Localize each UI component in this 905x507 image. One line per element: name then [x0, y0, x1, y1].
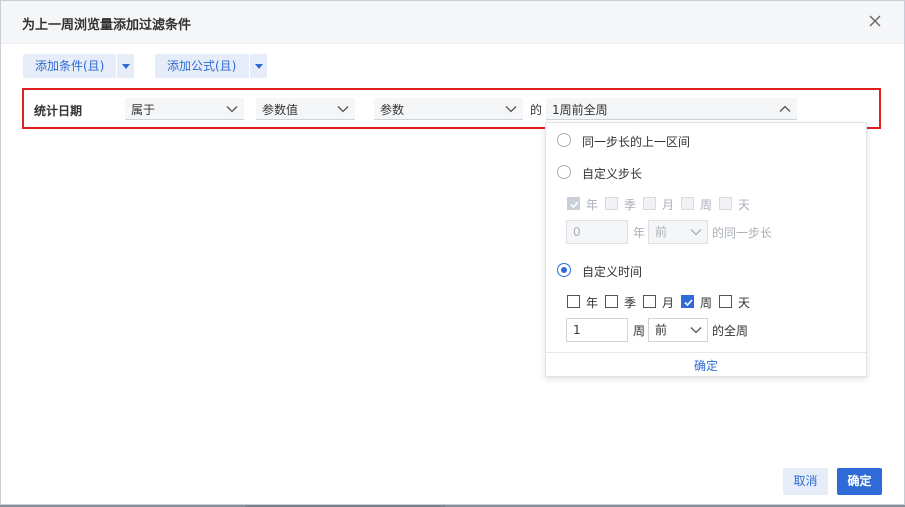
add-formula-button[interactable]: 添加公式(且)	[155, 54, 267, 78]
field-label: 统计日期	[34, 104, 83, 118]
popup-footer: 确定	[546, 352, 866, 377]
range-value: 1周前全周	[552, 103, 608, 117]
option-same-step-label: 同一步长的上一区间	[582, 135, 691, 149]
time-suffix: 的全周	[712, 324, 749, 338]
step-checkbox-year[interactable]	[567, 197, 580, 210]
step-checkbox-week[interactable]	[681, 197, 694, 210]
popup-confirm-button[interactable]: 确定	[546, 357, 866, 374]
param-select[interactable]: 参数	[374, 98, 523, 120]
chevron-down-icon	[690, 229, 702, 236]
caret-down-icon	[122, 64, 130, 69]
cancel-button[interactable]: 取消	[783, 468, 828, 495]
add-condition-dropdown[interactable]	[116, 54, 134, 78]
add-formula-label: 添加公式(且)	[167, 59, 237, 73]
time-unit-day: 天	[738, 296, 751, 310]
chevron-down-icon	[690, 327, 702, 334]
time-unit-quarter: 季	[624, 296, 637, 310]
time-checkbox-quarter[interactable]	[605, 295, 618, 308]
step-unit-month: 月	[662, 198, 675, 212]
dialog-header: 为上一周浏览量添加过滤条件	[1, 1, 904, 44]
range-select[interactable]: 1周前全周	[546, 98, 797, 120]
step-checkbox-month[interactable]	[643, 197, 656, 210]
operator-select[interactable]: 属于	[125, 98, 244, 120]
step-unit-quarter: 季	[624, 198, 637, 212]
time-checkbox-year[interactable]	[567, 295, 580, 308]
add-condition-label: 添加条件(且)	[35, 59, 105, 73]
step-unit-week: 周	[700, 198, 713, 212]
value-type-value: 参数值	[262, 103, 299, 117]
value-type-select[interactable]: 参数值	[256, 98, 355, 120]
step-direction-select[interactable]: 前	[648, 220, 708, 244]
time-checkbox-day[interactable]	[719, 295, 732, 308]
time-direction-select[interactable]: 前	[648, 318, 708, 342]
step-unit-year: 年	[586, 198, 599, 212]
radio-custom-time[interactable]	[557, 263, 571, 277]
add-formula-dropdown[interactable]	[249, 54, 267, 78]
step-unit-day: 天	[738, 198, 751, 212]
time-unit-year: 年	[586, 296, 599, 310]
step-checkbox-day[interactable]	[719, 197, 732, 210]
check-icon	[570, 201, 579, 209]
time-unit-month: 月	[662, 296, 675, 310]
connector-text: 的	[530, 103, 543, 117]
step-direction-value: 前	[655, 225, 668, 239]
time-unit-week: 周	[700, 296, 713, 310]
step-count-input[interactable]: 0	[566, 220, 628, 244]
range-popup: 同一步长的上一区间 自定义步长 年 季 月 周 天 0 年 前 的同一步长 自定…	[545, 122, 867, 377]
time-count-input[interactable]: 1	[566, 318, 628, 342]
check-icon	[684, 299, 693, 307]
caret-down-icon	[255, 64, 263, 69]
chevron-down-icon	[226, 106, 238, 113]
step-checkbox-quarter[interactable]	[605, 197, 618, 210]
ok-button[interactable]: 确定	[837, 468, 882, 495]
option-custom-time-label: 自定义时间	[582, 265, 643, 279]
step-suffix: 的同一步长	[712, 226, 773, 240]
operator-value: 属于	[131, 103, 156, 117]
close-icon[interactable]	[866, 12, 884, 30]
param-value: 参数	[380, 103, 405, 117]
time-count-unit: 周	[633, 324, 646, 338]
radio-custom-step[interactable]	[557, 165, 571, 179]
filter-dialog: 为上一周浏览量添加过滤条件 添加条件(且) 添加公式(且) 统计日期 属于 参数…	[0, 0, 905, 505]
radio-same-step[interactable]	[557, 133, 571, 147]
step-count-unit: 年	[633, 226, 646, 240]
chevron-down-icon	[337, 106, 349, 113]
add-condition-button[interactable]: 添加条件(且)	[23, 54, 134, 78]
option-custom-step-label: 自定义步长	[582, 167, 643, 181]
chevron-down-icon	[505, 106, 517, 113]
time-checkbox-week[interactable]	[681, 295, 694, 308]
time-direction-value: 前	[655, 323, 668, 337]
dialog-title: 为上一周浏览量添加过滤条件	[22, 18, 192, 33]
time-checkbox-month[interactable]	[643, 295, 656, 308]
chevron-up-icon	[779, 105, 791, 112]
